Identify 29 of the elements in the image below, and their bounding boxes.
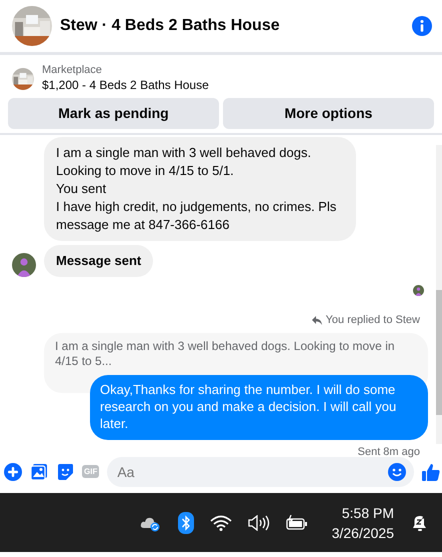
add-icon[interactable] xyxy=(4,462,22,481)
message-text: Message sent xyxy=(56,252,142,270)
reply-icon xyxy=(312,316,322,325)
sent-message: Okay,Thanks for sharing the number. I will do some research on you and make a decision. I will call you later. xyxy=(90,374,428,440)
bluetooth-icon[interactable] xyxy=(178,512,194,534)
listing-source: Marketplace xyxy=(42,63,103,78)
like-icon[interactable] xyxy=(422,462,440,481)
message-text: Looking to move in 4/15 to 5/1. xyxy=(56,162,235,180)
sticker-icon[interactable] xyxy=(56,462,74,481)
mark-pending-button[interactable]: Mark as pending xyxy=(8,98,219,130)
volume-icon[interactable] xyxy=(248,514,270,531)
photo-icon[interactable] xyxy=(30,462,48,481)
reply-label: You replied to Stew xyxy=(326,313,420,328)
scrollbar[interactable] xyxy=(436,145,442,444)
emoji-icon[interactable] xyxy=(388,462,406,481)
conversation-title: Stew · 4 Beds 2 Baths House xyxy=(60,16,281,36)
seen-avatar xyxy=(413,285,424,296)
message-text: I am a single man with 3 well behaved dogs. xyxy=(56,144,312,162)
clock-time[interactable]: 5:58 PM xyxy=(332,502,394,523)
message-text: I have high credit, no judgements, no crimes. Pls message me at 847-366-6166 xyxy=(56,198,338,234)
avatar xyxy=(12,252,36,277)
message-field[interactable]: Aa xyxy=(107,456,414,487)
message-text: You sent xyxy=(56,180,108,198)
battery-icon[interactable] xyxy=(286,514,308,531)
wifi-icon[interactable] xyxy=(210,514,232,531)
info-icon[interactable] xyxy=(412,16,432,36)
listing-title[interactable]: $1,200 - 4 Beds 2 Baths House xyxy=(42,77,209,94)
more-options-button[interactable]: More options xyxy=(223,98,434,130)
clock-date[interactable]: 3/26/2025 xyxy=(332,522,394,543)
